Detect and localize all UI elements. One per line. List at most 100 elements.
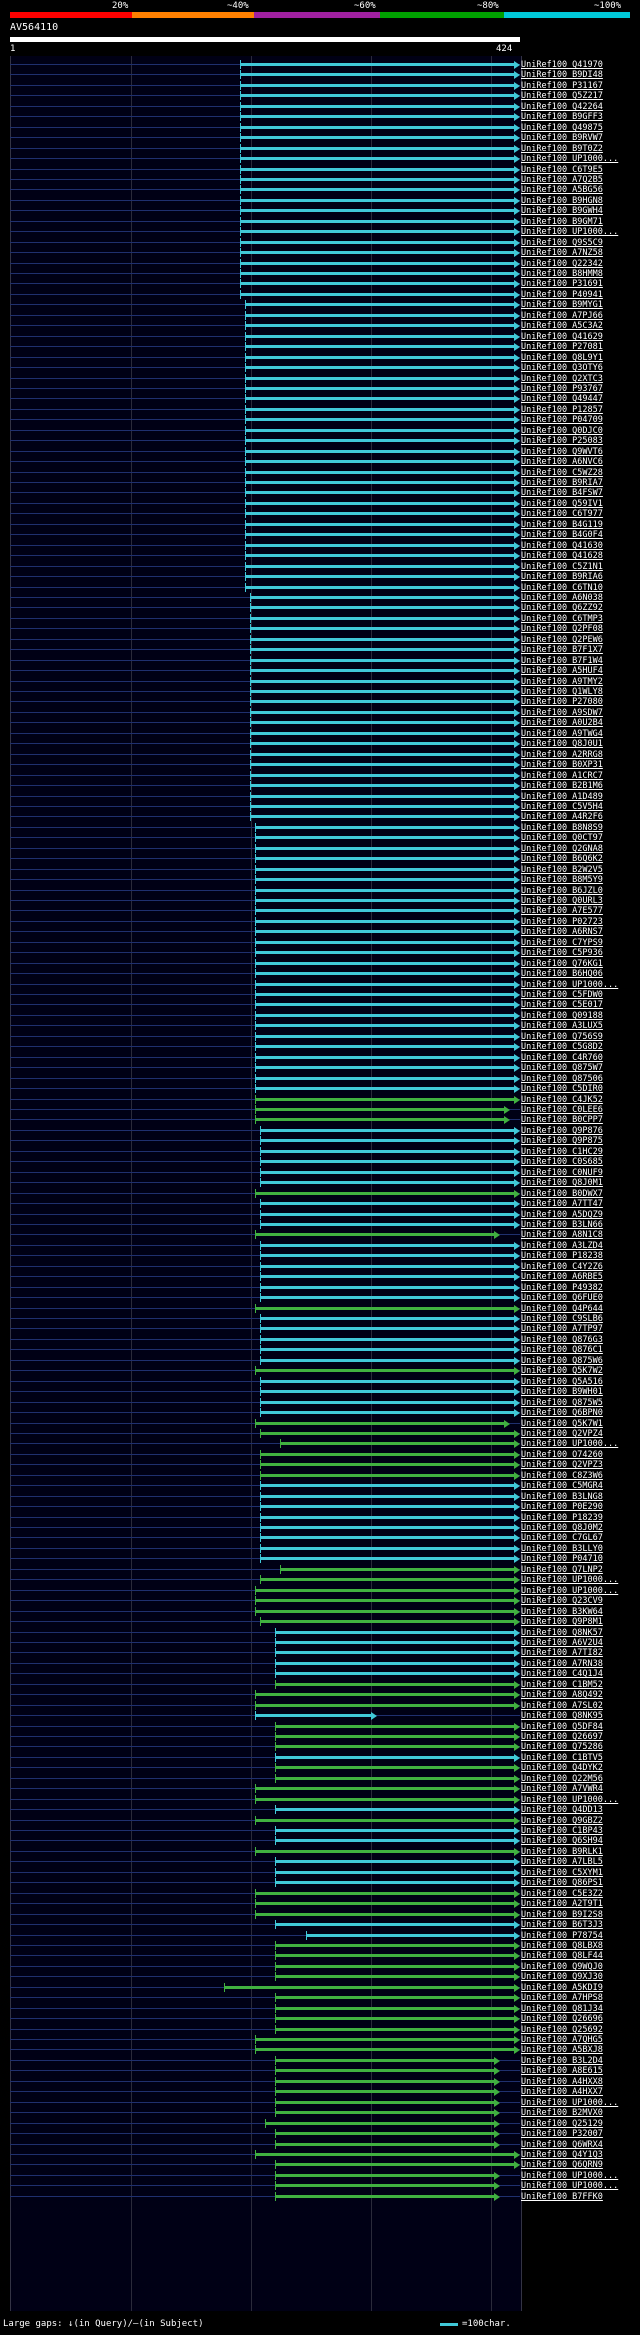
hit-label-link[interactable]: UniRef100_C0NUF9 — [521, 1168, 603, 1178]
hit-label-link[interactable]: UniRef100_Q9WVT6 — [521, 447, 603, 457]
alignment-bar[interactable] — [255, 1035, 514, 1038]
hit-label-link[interactable]: UniRef100_C5E3Z2 — [521, 1889, 603, 1899]
hit-label-link[interactable]: UniRef100_A7E577 — [521, 906, 603, 916]
alignment-bar[interactable] — [260, 1317, 514, 1320]
hit-label-link[interactable]: UniRef100_P78754 — [521, 1931, 603, 1941]
alignment-bar[interactable] — [260, 1202, 514, 1205]
alignment-bar[interactable] — [245, 586, 514, 589]
alignment-bar[interactable] — [250, 659, 514, 662]
alignment-bar[interactable] — [240, 63, 514, 66]
hit-label-link[interactable]: UniRef100_Q875W5 — [521, 1398, 603, 1408]
alignment-bar[interactable] — [275, 2007, 514, 2010]
hit-label-link[interactable]: UniRef100_B7F1X7 — [521, 645, 603, 655]
hit-label-link[interactable]: UniRef100_UP1000... — [521, 2171, 618, 2181]
hit-label-link[interactable]: UniRef100_Q8NK95 — [521, 1711, 603, 1721]
alignment-bar[interactable] — [255, 1704, 514, 1707]
alignment-bar[interactable] — [245, 356, 514, 359]
hit-label-link[interactable]: UniRef100_UP1000... — [521, 154, 618, 164]
alignment-bar[interactable] — [275, 1683, 514, 1686]
alignment-bar[interactable] — [260, 1505, 514, 1508]
alignment-bar[interactable] — [280, 1442, 514, 1445]
hit-label-link[interactable]: UniRef100_Q8J0M2 — [521, 1523, 603, 1533]
alignment-bar[interactable] — [260, 1401, 514, 1404]
hit-label-link[interactable]: UniRef100_A2T9T1 — [521, 1899, 603, 1909]
hit-label-link[interactable]: UniRef100_B3L2D4 — [521, 2056, 603, 2066]
hit-label-link[interactable]: UniRef100_Q4Y1Q3 — [521, 2150, 603, 2160]
alignment-bar[interactable] — [250, 742, 514, 745]
hit-label-link[interactable]: UniRef100_P32007 — [521, 2129, 603, 2139]
hit-label-link[interactable]: UniRef100_B3LN66 — [521, 1220, 603, 1230]
alignment-bar[interactable] — [260, 1536, 514, 1539]
alignment-bar[interactable] — [245, 377, 514, 380]
alignment-bar[interactable] — [245, 366, 514, 369]
hit-label-link[interactable]: UniRef100_C5DIR0 — [521, 1084, 603, 1094]
hit-label-link[interactable]: UniRef100_Q2VPZ3 — [521, 1460, 603, 1470]
alignment-bar[interactable] — [260, 1129, 514, 1132]
alignment-bar[interactable] — [250, 805, 514, 808]
hit-label-link[interactable]: UniRef100_B7FFK0 — [521, 2192, 603, 2202]
hit-label-link[interactable]: UniRef100_Q875W7 — [521, 1063, 603, 1073]
alignment-bar[interactable] — [260, 1463, 514, 1466]
alignment-bar[interactable] — [255, 1307, 514, 1310]
hit-label-link[interactable]: UniRef100_B0XP31 — [521, 760, 603, 770]
alignment-bar[interactable] — [275, 1631, 514, 1634]
alignment-bar[interactable] — [250, 711, 514, 714]
hit-label-link[interactable]: UniRef100_B3LNG8 — [521, 1492, 603, 1502]
hit-label-link[interactable]: UniRef100_C4JK52 — [521, 1095, 603, 1105]
alignment-bar[interactable] — [224, 1986, 514, 1989]
alignment-bar[interactable] — [255, 962, 514, 965]
hit-label-link[interactable]: UniRef100_Q42264 — [521, 102, 603, 112]
alignment-bar[interactable] — [275, 1756, 514, 1759]
hit-label-link[interactable]: UniRef100_A7VWR4 — [521, 1784, 603, 1794]
hit-label-link[interactable]: UniRef100_Q2PEW6 — [521, 635, 603, 645]
hit-label-link[interactable]: UniRef100_P27080 — [521, 697, 603, 707]
alignment-bar[interactable] — [260, 1526, 514, 1529]
alignment-bar[interactable] — [275, 2090, 494, 2093]
hit-label-link[interactable]: UniRef100_Q6BPN0 — [521, 1408, 603, 1418]
alignment-bar[interactable] — [280, 1568, 514, 1571]
alignment-bar[interactable] — [275, 1725, 514, 1728]
alignment-bar[interactable] — [260, 1223, 514, 1226]
alignment-bar[interactable] — [255, 1233, 494, 1236]
alignment-bar[interactable] — [255, 930, 514, 933]
alignment-bar[interactable] — [260, 1620, 514, 1623]
hit-label-link[interactable]: UniRef100_C5G8D2 — [521, 1042, 603, 1052]
hit-label-link[interactable]: UniRef100_Q41628 — [521, 551, 603, 561]
hit-label-link[interactable]: UniRef100_C5WZ28 — [521, 468, 603, 478]
alignment-bar[interactable] — [275, 1808, 514, 1811]
hit-label-link[interactable]: UniRef100_B9RIA6 — [521, 572, 603, 582]
hit-label-link[interactable]: UniRef100_B8N8S9 — [521, 823, 603, 833]
hit-label-link[interactable]: UniRef100_B9RIA7 — [521, 478, 603, 488]
alignment-bar[interactable] — [260, 1181, 514, 1184]
hit-label-link[interactable]: UniRef100_A7TI82 — [521, 1648, 603, 1658]
hit-label-link[interactable]: UniRef100_A1CRC7 — [521, 771, 603, 781]
hit-label-link[interactable]: UniRef100_UP1000... — [521, 1586, 618, 1596]
hit-label-link[interactable]: UniRef100_UP1000... — [521, 2098, 618, 2108]
hit-label-link[interactable]: UniRef100_A7LBL5 — [521, 1857, 603, 1867]
alignment-bar[interactable] — [255, 899, 514, 902]
alignment-bar[interactable] — [260, 1359, 514, 1362]
hit-label-link[interactable]: UniRef100_Q41970 — [521, 60, 603, 70]
hit-label-link[interactable]: UniRef100_B4FSW7 — [521, 488, 603, 498]
alignment-bar[interactable] — [250, 680, 514, 683]
hit-label-link[interactable]: UniRef100_UP1000... — [521, 1795, 618, 1805]
hit-label-link[interactable]: UniRef100_C5Z1N1 — [521, 562, 603, 572]
hit-label-link[interactable]: UniRef100_B9I2S8 — [521, 1910, 603, 1920]
alignment-bar[interactable] — [255, 847, 514, 850]
hit-label-link[interactable]: UniRef100_A3LZD4 — [521, 1241, 603, 1251]
hit-label-link[interactable]: UniRef100_A7SL02 — [521, 1701, 603, 1711]
hit-label-link[interactable]: UniRef100_UP1000... — [521, 2181, 618, 2191]
hit-label-link[interactable]: UniRef100_C6T977 — [521, 509, 603, 519]
alignment-bar[interactable] — [250, 795, 514, 798]
hit-label-link[interactable]: UniRef100_Q875W6 — [521, 1356, 603, 1366]
hit-label-link[interactable]: UniRef100_Q5K7W2 — [521, 1366, 603, 1376]
alignment-bar[interactable] — [255, 857, 514, 860]
hit-label-link[interactable]: UniRef100_Q8NK57 — [521, 1628, 603, 1638]
hit-label-link[interactable]: UniRef100_B4G0F4 — [521, 530, 603, 540]
hit-label-link[interactable]: UniRef100_Q4P644 — [521, 1304, 603, 1314]
hit-label-link[interactable]: UniRef100_A7NZ58 — [521, 248, 603, 258]
hit-label-link[interactable]: UniRef100_A2RRG8 — [521, 750, 603, 760]
alignment-bar[interactable] — [275, 2080, 494, 2083]
hit-label-link[interactable]: UniRef100_Q8J0U1 — [521, 739, 603, 749]
hit-label-link[interactable]: UniRef100_A3LUX5 — [521, 1021, 603, 1031]
